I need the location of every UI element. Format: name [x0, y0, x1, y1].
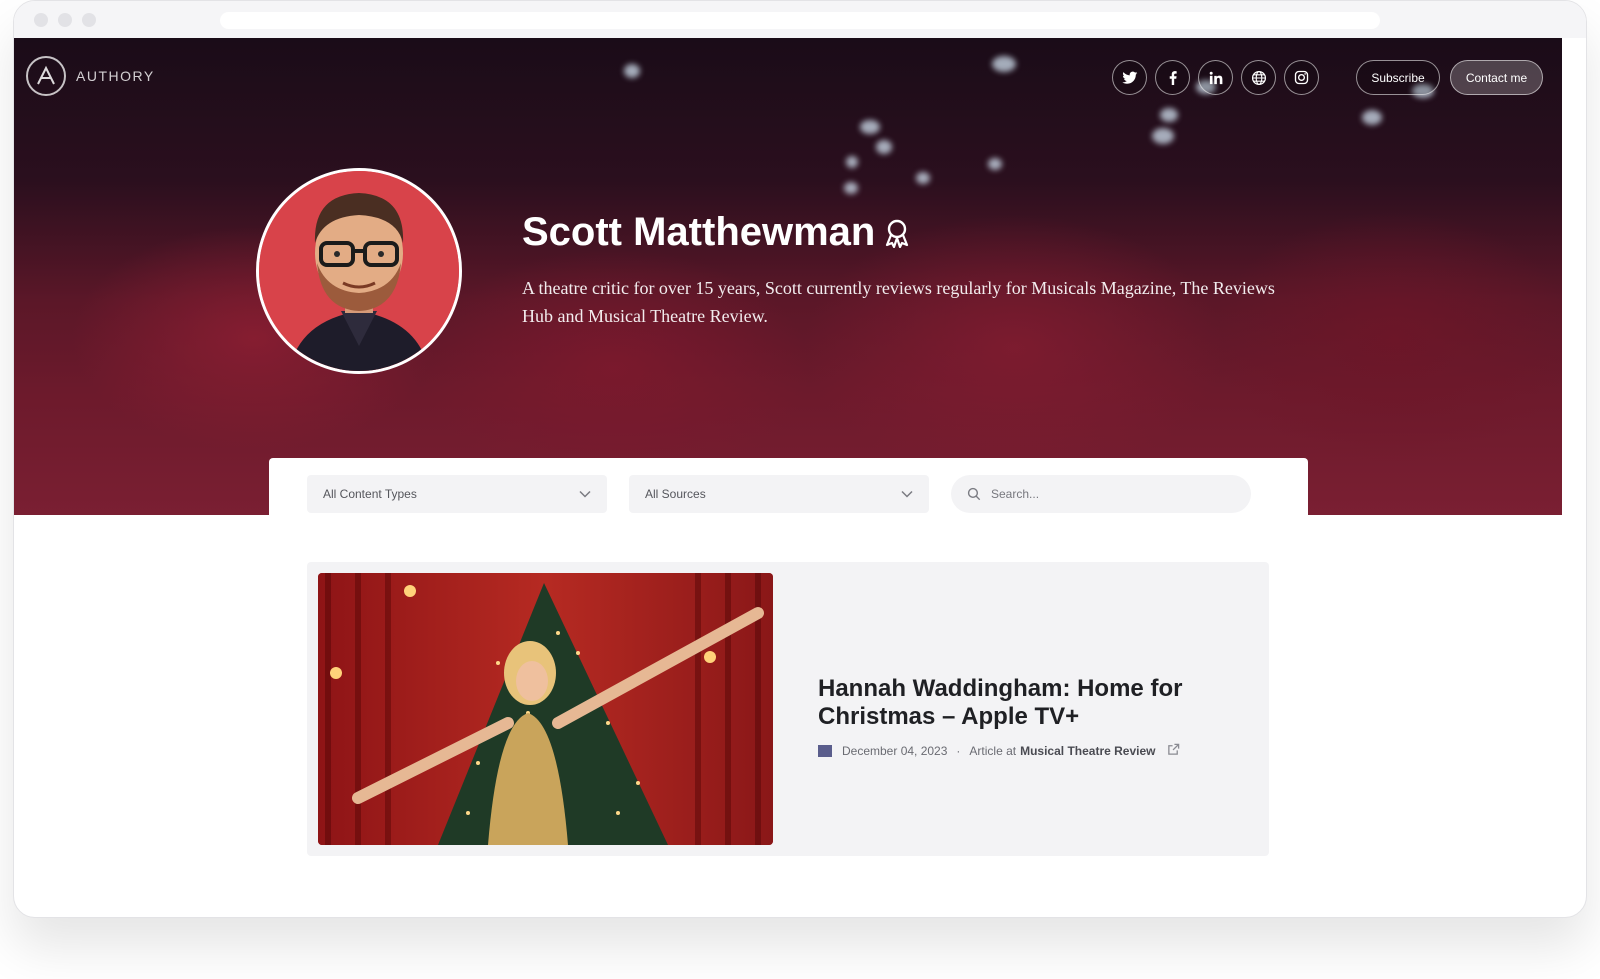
sources-dropdown[interactable]: All Sources — [629, 475, 929, 513]
hero-light — [860, 120, 880, 134]
search-box[interactable] — [951, 475, 1251, 513]
award-badge-icon — [883, 218, 911, 253]
address-bar[interactable] — [220, 12, 1380, 29]
source-favicon-icon — [818, 745, 832, 757]
avatar — [256, 168, 462, 374]
article-date: December 04, 2023 — [842, 744, 948, 758]
article-meta: December 04, 2023 · Article at Musical T… — [818, 743, 1180, 759]
article-thumbnail-illustration — [318, 573, 773, 845]
hero-light — [992, 56, 1016, 72]
hero-light — [844, 182, 858, 194]
external-link-icon[interactable] — [1167, 743, 1180, 759]
twitter-icon — [1121, 71, 1137, 84]
hero-light — [624, 64, 640, 78]
browser-chrome — [14, 1, 1586, 38]
authory-logo[interactable]: AUTHORY — [26, 56, 155, 96]
contact-me-button[interactable]: Contact me — [1450, 60, 1543, 95]
hero-light — [1362, 110, 1382, 125]
avatar-illustration — [259, 171, 459, 371]
linkedin-link[interactable] — [1198, 60, 1233, 95]
filter-bar: All Content Types All Sources — [269, 458, 1308, 518]
facebook-icon — [1169, 70, 1177, 85]
globe-icon — [1251, 70, 1266, 85]
linkedin-icon — [1209, 71, 1222, 84]
hero-light — [876, 140, 892, 154]
profile-hero: AUTHORY Subscribe Contact me Scott Matth… — [14, 38, 1562, 515]
article-card[interactable]: Hannah Waddingham: Home for Christmas – … — [307, 562, 1269, 856]
profile-bio: A theatre critic for over 15 years, Scot… — [522, 278, 1275, 326]
instagram-icon — [1294, 70, 1309, 85]
hero-light — [1160, 108, 1178, 122]
hero-light — [916, 172, 930, 184]
hero-light — [846, 156, 858, 168]
subscribe-button[interactable]: Subscribe — [1356, 60, 1440, 95]
window-minimize-dot[interactable] — [58, 13, 72, 27]
sources-value: All Sources — [645, 487, 706, 501]
meta-separator: · — [956, 744, 961, 758]
twitter-link[interactable] — [1112, 60, 1147, 95]
search-input[interactable] — [991, 487, 1231, 501]
profile-name: Scott Matthewman — [522, 210, 876, 254]
website-link[interactable] — [1241, 60, 1276, 95]
chevron-down-icon — [901, 490, 913, 498]
browser-window: AUTHORY Subscribe Contact me Scott Matth… — [13, 0, 1587, 918]
hero-light — [988, 158, 1002, 170]
instagram-link[interactable] — [1284, 60, 1319, 95]
window-close-dot[interactable] — [34, 13, 48, 27]
hero-light — [1152, 128, 1174, 144]
chevron-down-icon — [579, 490, 591, 498]
window-maximize-dot[interactable] — [82, 13, 96, 27]
article-thumbnail[interactable] — [318, 573, 773, 845]
authory-logo-icon — [26, 56, 66, 96]
search-icon — [967, 487, 981, 501]
content-types-dropdown[interactable]: All Content Types — [307, 475, 607, 513]
article-type: Article at — [969, 744, 1017, 758]
content-types-value: All Content Types — [323, 487, 417, 501]
article-title[interactable]: Hannah Waddingham: Home for Christmas – … — [818, 675, 1198, 731]
logo-text: AUTHORY — [76, 68, 155, 84]
facebook-link[interactable] — [1155, 60, 1190, 95]
article-source[interactable]: Musical Theatre Review — [1020, 744, 1155, 758]
